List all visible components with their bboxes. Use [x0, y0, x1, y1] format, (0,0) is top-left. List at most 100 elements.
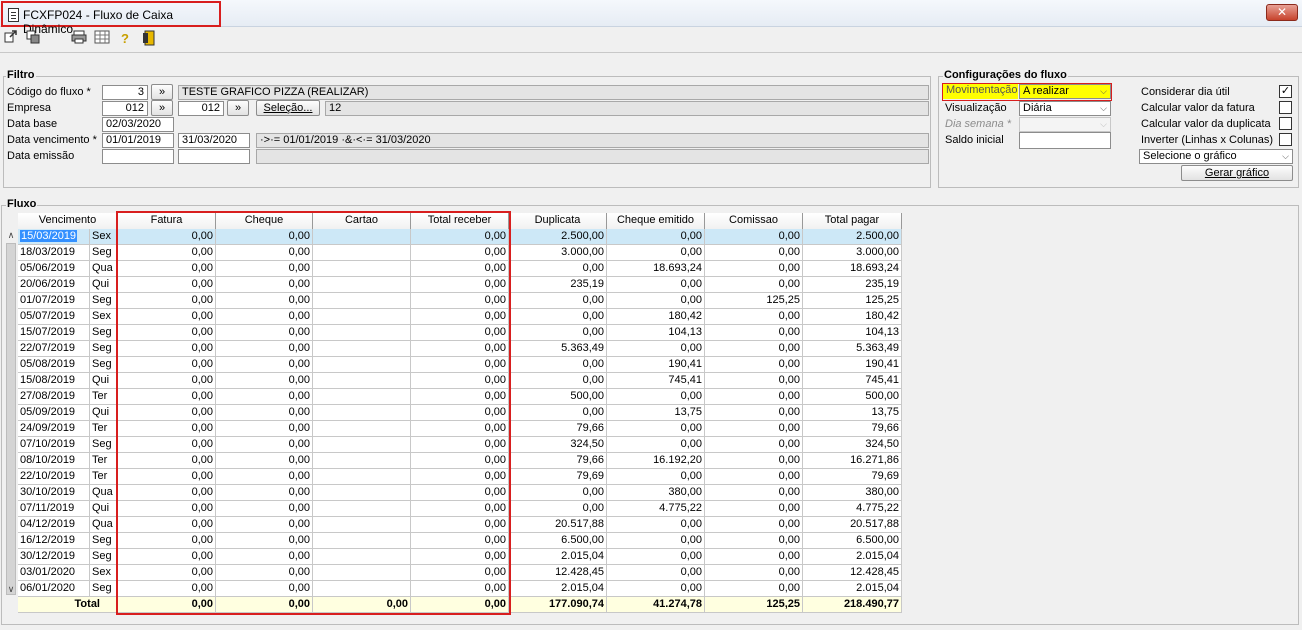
table-cell: 104,13 [607, 325, 705, 341]
table-cell: 16.271,86 [803, 453, 902, 469]
table-cell: 0,00 [607, 293, 705, 309]
table-cell: 0,00 [705, 485, 803, 501]
table-cell: 0,00 [607, 533, 705, 549]
table-cell: 16/12/2019 [18, 533, 90, 549]
table-cell: 05/06/2019 [18, 261, 90, 277]
table-cell: 0,00 [705, 325, 803, 341]
considerar-checkbox[interactable]: ✓ [1279, 85, 1292, 98]
dia-semana-label: Dia semana * [945, 118, 1012, 130]
table-cell: 12.428,45 [803, 565, 902, 581]
table-cell: 6.500,00 [803, 533, 902, 549]
data-venc-to-field[interactable]: 31/03/2020 [178, 133, 250, 148]
data-emissao-from-field[interactable] [102, 149, 174, 164]
table-cell: 745,41 [803, 373, 902, 389]
table-cell: 5.363,49 [803, 341, 902, 357]
export-icon[interactable] [2, 30, 20, 48]
col-cheque-emitido[interactable]: Cheque emitido [607, 213, 705, 229]
table-cell: Seg [90, 581, 118, 597]
table-cell: 0,00 [509, 373, 607, 389]
exit-icon[interactable] [140, 30, 158, 48]
empresa-lookup-button-2[interactable]: » [227, 100, 249, 116]
calc-duplicata-checkbox[interactable] [1279, 117, 1292, 130]
table-cell: 0,00 [607, 277, 705, 293]
table-cell: 01/07/2019 [18, 293, 90, 309]
close-button[interactable]: ✕ [1266, 4, 1298, 21]
scroll-up-icon[interactable]: ∧ [6, 229, 16, 241]
data-emissao-to-field[interactable] [178, 149, 250, 164]
table-cell: 05/07/2019 [18, 309, 90, 325]
table-cell: 0,00 [705, 549, 803, 565]
empresa-field[interactable]: 012 [102, 101, 148, 116]
col-total-pagar[interactable]: Total pagar [803, 213, 902, 229]
calc-icon[interactable] [93, 30, 111, 48]
table-cell: 2.500,00 [509, 229, 607, 245]
vertical-scrollbar[interactable]: ∧ ∨ [4, 229, 18, 612]
table-cell: 500,00 [509, 389, 607, 405]
table-cell: 15/08/2019 [18, 373, 90, 389]
grafico-select[interactable]: Selecione o gráfico ⌵ [1139, 149, 1293, 164]
copy-icon[interactable] [24, 30, 42, 48]
table-cell: Ter [90, 421, 118, 437]
selecao-value: 12 [325, 101, 929, 116]
table-cell: 18.693,24 [803, 261, 902, 277]
table-cell: 125,25 [705, 597, 803, 613]
scroll-thumb[interactable] [6, 243, 16, 595]
table-cell: Seg [90, 437, 118, 453]
table-cell: 0,00 [705, 341, 803, 357]
movimentacao-label: Movimentação [943, 84, 1018, 99]
help-icon[interactable]: ? [116, 30, 134, 48]
saldo-label: Saldo inicial [945, 134, 1004, 146]
table-cell: 0,00 [607, 469, 705, 485]
empresa-lookup-button[interactable]: » [151, 100, 173, 116]
codigo-label: Código do fluxo * [7, 86, 91, 98]
codigo-lookup-button[interactable]: » [151, 84, 173, 100]
table-cell: Seg [90, 533, 118, 549]
table-cell: 324,50 [803, 437, 902, 453]
table-cell: 0,00 [705, 533, 803, 549]
codigo-field[interactable]: 3 [102, 85, 148, 100]
empresa-label: Empresa [7, 102, 52, 114]
visualizacao-select[interactable]: Diária ⌵ [1019, 101, 1111, 116]
chevron-down-icon: ⌵ [1100, 103, 1107, 113]
movimentacao-select[interactable]: A realizar ⌵ [1019, 84, 1111, 99]
calc-fatura-checkbox[interactable] [1279, 101, 1292, 114]
table-cell: 0,00 [705, 405, 803, 421]
empresa-field-2[interactable]: 012 [178, 101, 224, 116]
table-cell: 13,75 [803, 405, 902, 421]
table-cell: 18/03/2019 [18, 245, 90, 261]
table-cell: 4.775,22 [607, 501, 705, 517]
chevron-down-icon: ⌵ [1100, 86, 1107, 96]
table-cell: Seg [90, 293, 118, 309]
selected-date: 15/03/2019 [20, 230, 78, 242]
table-cell: 180,42 [803, 309, 902, 325]
gerar-grafico-label: Gerar gráfico [1204, 167, 1270, 179]
table-cell: 0,00 [607, 437, 705, 453]
table-cell: 0,00 [607, 229, 705, 245]
table-cell: Qui [90, 277, 118, 293]
data-venc-from-field[interactable]: 01/01/2019 [102, 133, 174, 148]
table-cell: 6.500,00 [509, 533, 607, 549]
calc-duplicata-label: Calcular valor da duplicata [1141, 118, 1271, 130]
table-cell: 0,00 [705, 309, 803, 325]
print-icon[interactable] [70, 30, 88, 48]
col-vencimento[interactable]: Vencimento [18, 213, 118, 229]
data-emissao-label: Data emissão [7, 150, 75, 162]
table-cell: 15/03/2019 [18, 229, 90, 245]
table-cell: 125,25 [803, 293, 902, 309]
table-cell: 79,66 [509, 421, 607, 437]
saldo-field[interactable] [1019, 132, 1111, 149]
gerar-grafico-button[interactable]: Gerar gráfico [1181, 165, 1293, 181]
table-cell: 2.015,04 [803, 549, 902, 565]
scroll-down-icon[interactable]: ∨ [6, 583, 16, 595]
selecao-button[interactable]: Seleção... [256, 100, 320, 116]
col-duplicata[interactable]: Duplicata [509, 213, 607, 229]
data-base-field[interactable]: 02/03/2020 [102, 117, 174, 132]
table-cell: 07/11/2019 [18, 501, 90, 517]
inverter-checkbox[interactable] [1279, 133, 1292, 146]
table-cell: 0,00 [705, 421, 803, 437]
col-comissao[interactable]: Comissao [705, 213, 803, 229]
config-label: Configurações do fluxo [943, 69, 1068, 81]
table-cell: 0,00 [705, 501, 803, 517]
title-bar: FCXFP024 - Fluxo de Caixa Dinâmico ✕ [0, 0, 1302, 36]
visualizacao-label: Visualização [945, 102, 1007, 114]
